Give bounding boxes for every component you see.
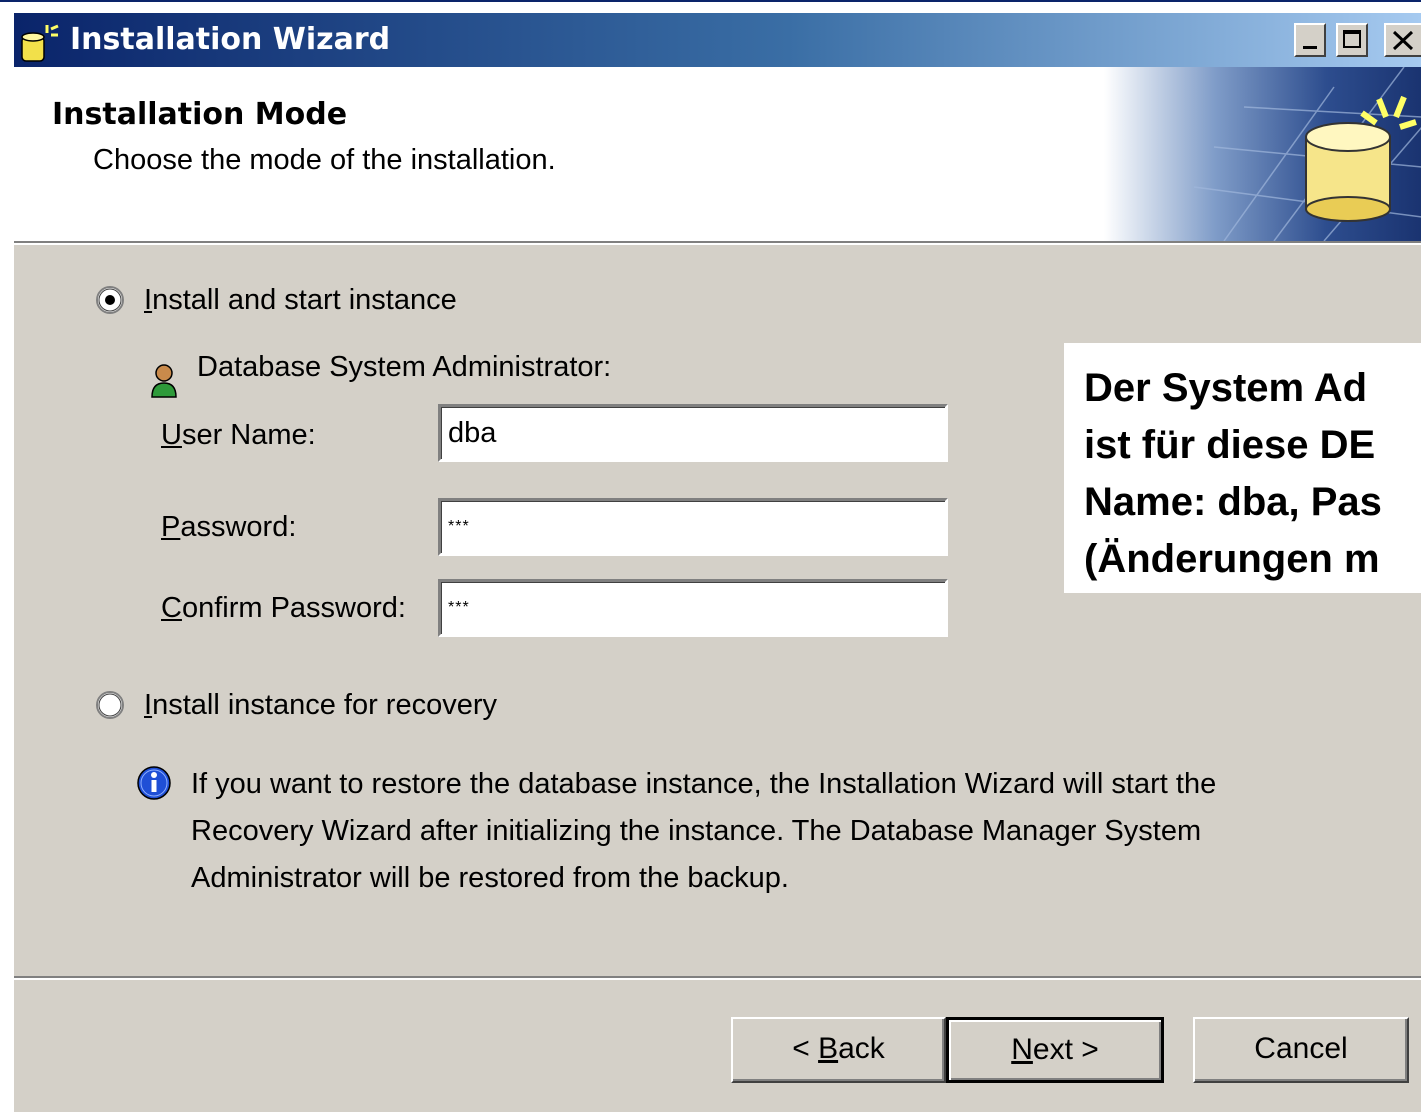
window-title: Installation Wizard — [70, 22, 391, 57]
next-button-label: ext > — [1032, 1033, 1099, 1066]
install-recovery-label-text: nstall instance for recovery — [152, 689, 497, 721]
back-button[interactable]: < Back — [731, 1017, 946, 1083]
install-start-radio[interactable] — [94, 284, 126, 316]
cancel-button[interactable]: Cancel — [1193, 1017, 1409, 1083]
admin-heading: Database System Administrator: — [197, 351, 612, 383]
back-button-prefix: < — [792, 1032, 819, 1065]
page-subtitle: Choose the mode of the installation. — [93, 144, 556, 176]
minimize-button[interactable] — [1294, 23, 1326, 57]
info-icon — [137, 766, 171, 800]
install-start-label[interactable]: Install and start instance — [144, 283, 457, 317]
screen-top-edge — [0, 0, 1421, 13]
install-recovery-label[interactable]: Install instance for recovery — [144, 688, 497, 722]
page-title: Installation Mode — [52, 97, 348, 132]
maximize-button[interactable] — [1336, 23, 1368, 57]
back-button-mnemonic: B — [818, 1032, 839, 1065]
back-button-label: ack — [838, 1032, 885, 1065]
maximize-icon — [1343, 30, 1361, 48]
minimize-icon — [1303, 46, 1317, 49]
database-wizard-icon — [21, 24, 59, 62]
close-button[interactable] — [1384, 23, 1421, 57]
install-start-mnemonic: I — [144, 284, 153, 316]
user-name-label-text: ser Name: — [181, 419, 316, 451]
confirm-password-label-text: onfirm Password: — [181, 592, 406, 624]
installation-wizard-window: Installation Wizard Installation Mode Ch… — [13, 13, 1421, 1112]
user-name-input[interactable] — [438, 404, 948, 462]
next-button[interactable]: Next > — [946, 1017, 1164, 1083]
user-icon — [151, 364, 177, 398]
password-label: Password: — [161, 510, 296, 544]
user-name-label: User Name: — [161, 418, 316, 452]
password-label-text: assword: — [180, 511, 297, 543]
install-start-label-text: nstall and start instance — [152, 284, 457, 316]
password-input[interactable] — [438, 498, 948, 556]
title-bar[interactable]: Installation Wizard — [14, 13, 1421, 67]
annotation-text: Der System Ad ist für diese DE Name: dba… — [1084, 366, 1382, 581]
confirm-password-mnemonic: C — [161, 592, 182, 624]
database-header-graphic — [1104, 67, 1421, 241]
confirm-password-label: Confirm Password: — [161, 591, 406, 625]
password-mnemonic: P — [161, 511, 181, 543]
install-recovery-radio[interactable] — [94, 689, 126, 721]
footer-separator-highlight — [14, 978, 1421, 980]
wizard-header: Installation Mode Choose the mode of the… — [14, 67, 1421, 241]
next-button-mnemonic: N — [1011, 1033, 1033, 1066]
install-recovery-mnemonic: I — [144, 689, 153, 721]
header-separator-highlight — [14, 243, 1421, 245]
annotation-callout: Der System Ad ist für diese DE Name: dba… — [1064, 343, 1421, 593]
user-name-mnemonic: U — [161, 419, 182, 451]
recovery-info-text: If you want to restore the database inst… — [191, 768, 1217, 894]
close-icon — [1392, 30, 1414, 51]
confirm-password-input[interactable] — [438, 579, 948, 637]
